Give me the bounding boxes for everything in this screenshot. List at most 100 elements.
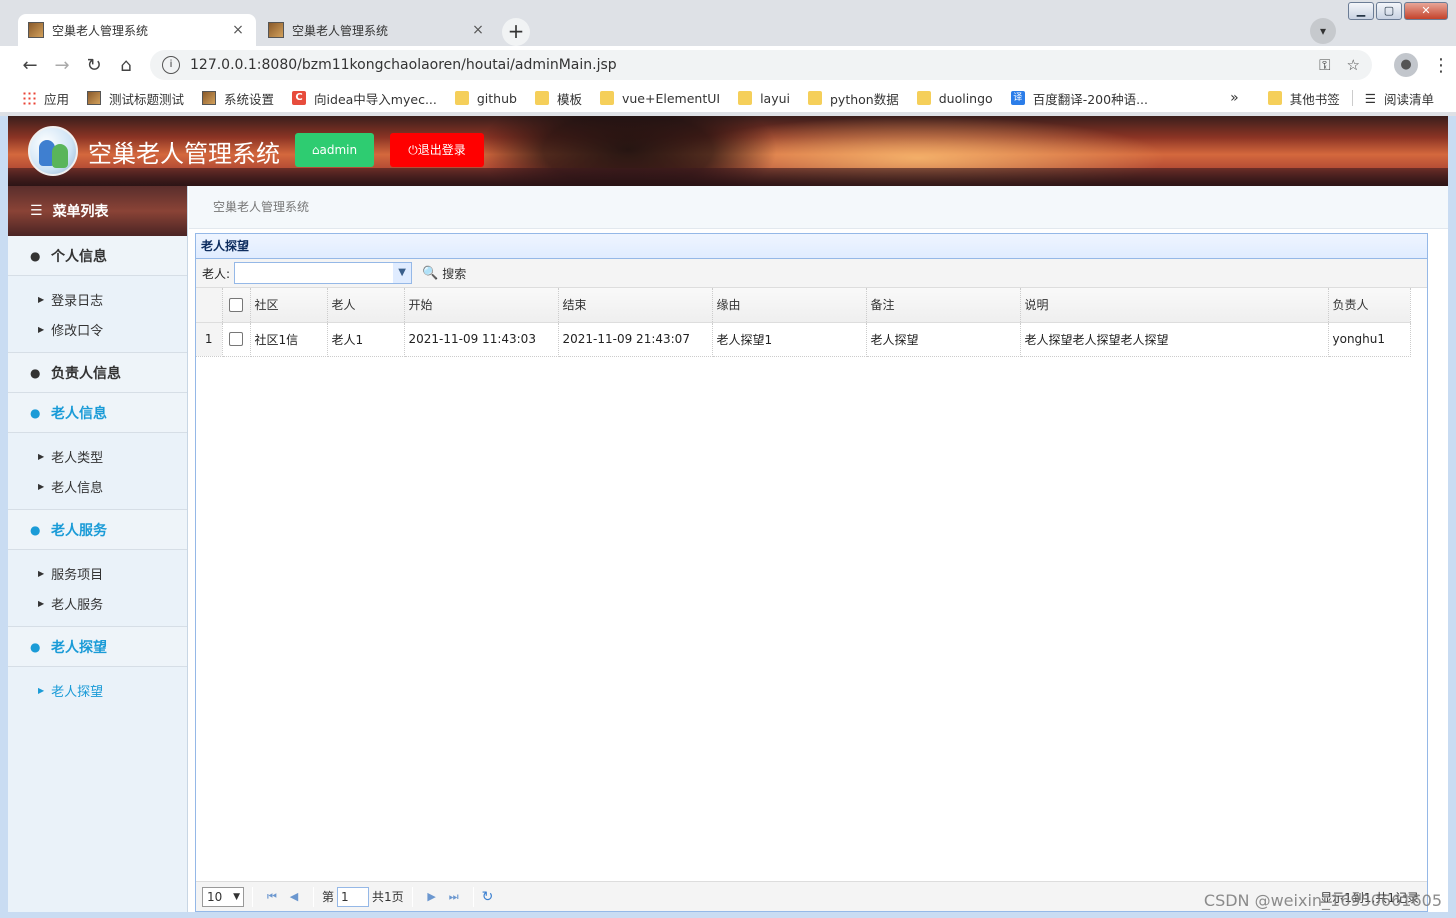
user-icon: ● xyxy=(30,405,41,420)
caret-right-icon: ▶ xyxy=(38,481,45,491)
column-header[interactable]: 备注 xyxy=(866,288,1021,323)
sidebar-item-change-password[interactable]: ▶ 修改口令 xyxy=(8,314,187,344)
app-title: 空巢老人管理系统 xyxy=(88,140,280,168)
logout-label: 退出登录 xyxy=(417,143,466,157)
column-header[interactable]: 缘由 xyxy=(712,288,867,323)
bookmarks-bar: 应用 测试标题测试 系统设置 C 向idea中导入myec... github 模… xyxy=(0,84,1456,112)
table-cell: 老人探望1 xyxy=(712,322,867,357)
sidebar-item-service-project[interactable]: ▶ 服务项目 xyxy=(8,558,187,588)
sidebar-item-elder-service[interactable]: ▶ 老人服务 xyxy=(8,588,187,618)
bookmarks-right: » 其他书签 ☰ 阅读清单 xyxy=(1230,84,1434,112)
apps-grid-icon xyxy=(22,91,36,105)
group-label: 老人信息 xyxy=(51,405,107,422)
bookmark-item[interactable]: github xyxy=(454,91,517,106)
search-button[interactable]: 🔍 搜索 xyxy=(422,265,466,282)
browser-tab-active[interactable]: 空巢老人管理系统 × xyxy=(18,14,256,46)
back-button[interactable]: ← xyxy=(14,55,46,76)
bookmark-item[interactable]: 译百度翻译-200种语... xyxy=(1010,89,1148,108)
browser-tab[interactable]: 空巢老人管理系统 × xyxy=(258,14,496,46)
page-image-icon xyxy=(87,91,102,105)
search-icon: 🔍 xyxy=(422,265,439,281)
caret-right-icon: ▶ xyxy=(38,324,45,334)
bookmark-item[interactable]: duolingo xyxy=(916,90,993,106)
logout-button[interactable]: ⏻退出登录 xyxy=(390,133,484,167)
tab-close-icon[interactable]: × xyxy=(230,22,246,38)
sidebar-group-elder-info[interactable]: ● 老人信息 xyxy=(8,393,187,433)
bookmark-label: vue+ElementUI xyxy=(621,90,721,106)
other-bookmarks[interactable]: 其他书签 xyxy=(1267,89,1340,108)
bookmark-label: 测试标题测试 xyxy=(109,91,185,107)
bookmarks-overflow-button[interactable]: » xyxy=(1230,90,1239,106)
folder-icon xyxy=(534,91,549,105)
prev-page-icon[interactable]: ◀ xyxy=(283,890,305,903)
sidebar-item-login-log[interactable]: ▶ 登录日志 xyxy=(8,284,187,314)
profile-avatar-icon[interactable]: ● xyxy=(1394,53,1418,77)
elder-select[interactable]: ▼ xyxy=(234,262,413,284)
bookmark-item[interactable]: 模板 xyxy=(534,89,582,108)
bookmark-label: 向idea中导入myec... xyxy=(314,91,437,107)
list-icon: ☰ xyxy=(30,203,43,219)
bookmark-label: layui xyxy=(760,90,790,106)
browser-toolbar: ← → ↻ ⌂ i 127.0.0.1:8080/bzm11kongchaola… xyxy=(0,46,1456,84)
bookmark-item[interactable]: python数据 xyxy=(808,89,899,108)
bookmark-item[interactable]: 系统设置 xyxy=(202,89,274,108)
sidebar-item-elder-type[interactable]: ▶ 老人类型 xyxy=(8,441,187,471)
next-page-icon[interactable]: ▶ xyxy=(421,890,443,903)
site-info-icon[interactable]: i xyxy=(162,56,180,74)
table-cell: 社区1信 xyxy=(250,322,328,357)
home-button[interactable]: ⌂ xyxy=(110,55,142,76)
tab-search-button[interactable]: ▾ xyxy=(1310,18,1336,44)
search-label: 搜索 xyxy=(442,266,467,281)
folder-icon xyxy=(738,91,753,105)
sidebar-item-elder-info[interactable]: ▶ 老人信息 xyxy=(8,471,187,501)
app-header: 空巢老人管理系统 ⌂admin ⏻退出登录 xyxy=(8,116,1448,186)
tab-title: 空巢老人管理系统 xyxy=(292,23,389,38)
bookmark-item[interactable]: 测试标题测试 xyxy=(87,89,184,108)
caret-right-icon: ▶ xyxy=(38,568,45,578)
sidebar-group-elder-visit[interactable]: ● 老人探望 xyxy=(8,627,187,667)
admin-button[interactable]: ⌂admin xyxy=(295,133,374,167)
new-tab-button[interactable]: + xyxy=(502,18,530,46)
reload-button[interactable]: ↻ xyxy=(78,55,110,76)
sidebar-item-elder-visit[interactable]: ▶ 老人探望 xyxy=(8,675,187,705)
reading-list[interactable]: ☰ 阅读清单 xyxy=(1365,89,1434,108)
folder-icon xyxy=(599,91,614,105)
column-header[interactable]: 说明 xyxy=(1020,288,1329,323)
refresh-icon[interactable]: ↻ xyxy=(482,889,494,905)
sidebar-group-elder-service[interactable]: ● 老人服务 xyxy=(8,510,187,550)
page-number-input[interactable]: 1 xyxy=(337,886,370,907)
bookmark-item[interactable]: layui xyxy=(738,91,790,106)
search-toolbar: 老人: ▼ 🔍 搜索 xyxy=(196,259,1427,288)
first-page-icon[interactable]: ⏮ xyxy=(261,890,283,904)
tab-close-icon[interactable]: × xyxy=(470,22,486,38)
bookmark-label: 系统设置 xyxy=(224,91,275,107)
item-label: 老人类型 xyxy=(51,450,104,466)
bookmark-star-icon[interactable]: ☆ xyxy=(1347,56,1360,74)
bookmark-item[interactable]: 应用 xyxy=(22,89,69,108)
page-size-select[interactable]: 10 ▼ xyxy=(202,886,244,907)
column-header[interactable]: 结束 xyxy=(558,288,713,323)
address-bar[interactable]: i 127.0.0.1:8080/bzm11kongchaolaoren/hou… xyxy=(150,50,1372,80)
sidebar-items: ▶ 老人类型 ▶ 老人信息 xyxy=(8,433,187,510)
menu-title: 菜单列表 xyxy=(52,204,109,220)
chevron-down-icon[interactable]: ▼ xyxy=(393,263,412,283)
row-select-cell xyxy=(222,322,251,357)
column-header[interactable]: 负责人 xyxy=(1328,288,1411,323)
forward-button[interactable]: → xyxy=(46,55,78,76)
bookmark-label: duolingo xyxy=(938,90,993,106)
browser-menu-icon[interactable]: ⋮ xyxy=(1432,55,1450,76)
last-page-icon[interactable]: ⏭ xyxy=(443,890,465,904)
key-icon[interactable]: ⚿ xyxy=(1319,56,1330,74)
table-row[interactable]: 1 社区1信 老人1 2021-11-09 11:43:03 2021-11-0… xyxy=(196,322,1411,357)
favicon-icon xyxy=(28,22,44,38)
sidebar-group-caretaker[interactable]: ● 负责人信息 xyxy=(8,353,187,393)
column-header[interactable]: 社区 xyxy=(250,288,328,323)
select-all-checkbox[interactable] xyxy=(229,298,243,312)
sidebar-group-personal[interactable]: ● 个人信息 xyxy=(8,236,187,276)
row-checkbox[interactable] xyxy=(229,332,243,347)
column-header[interactable]: 开始 xyxy=(404,288,559,323)
bookmark-item[interactable]: vue+ElementUI xyxy=(599,90,721,106)
column-header[interactable]: 老人 xyxy=(327,288,405,323)
bookmark-item[interactable]: C 向idea中导入myec... xyxy=(292,89,437,108)
table-cell: 2021-11-09 11:43:03 xyxy=(404,322,559,357)
